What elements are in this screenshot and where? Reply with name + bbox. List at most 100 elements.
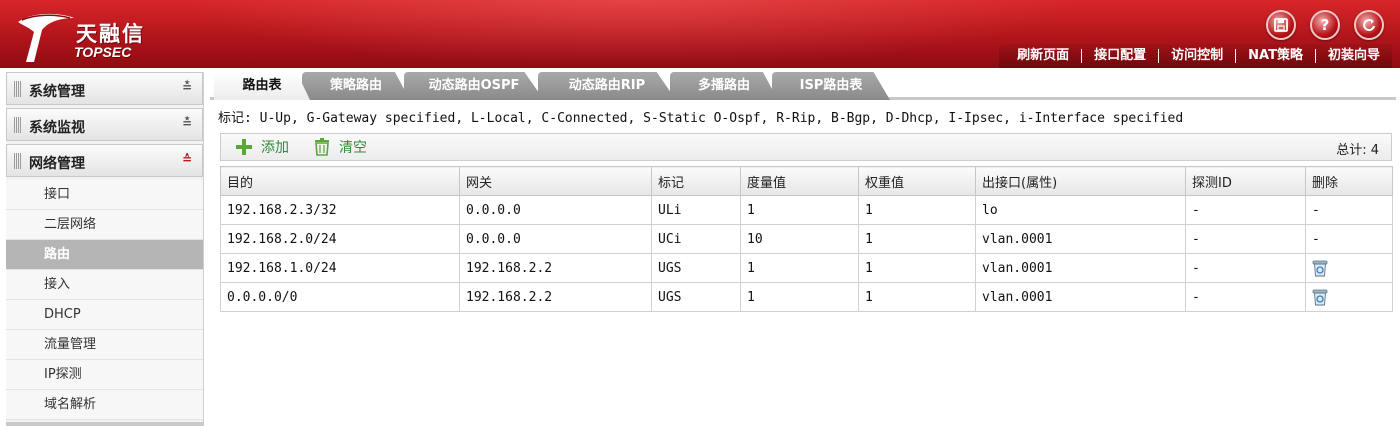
column-header-probe-id[interactable]: 探测ID xyxy=(1185,166,1306,196)
column-header-gateway[interactable]: 网关 xyxy=(459,166,652,196)
sidebar-item-traffic-management[interactable]: 流量管理 xyxy=(6,330,203,360)
nav-nat-policy[interactable]: NAT策略 xyxy=(1236,44,1315,68)
column-header-destination[interactable]: 目的 xyxy=(220,166,460,196)
cell-flags: UCi xyxy=(651,224,741,254)
plus-icon xyxy=(235,138,253,156)
sidebar-bottom-bar xyxy=(6,422,204,426)
cell-gateway: 0.0.0.0 xyxy=(459,224,652,254)
sidebar: 系统管理 ≛ 系统监视 ≛ 网络管理 ≙ 接口 二层网络 路由 接入 DHCP … xyxy=(6,72,204,426)
delete-icon[interactable] xyxy=(1312,288,1328,306)
cell-probe-id: - xyxy=(1185,195,1306,225)
save-icon[interactable] xyxy=(1266,10,1296,40)
tab-bar: 路由表 策略路由 动态路由OSPF 动态路由RIP 多播路由 ISP路由表 xyxy=(210,72,1396,100)
table-row: 192.168.2.0/24 0.0.0.0 UCi 10 1 vlan.000… xyxy=(220,224,1393,254)
cell-destination: 192.168.2.0/24 xyxy=(220,224,460,254)
tab-isp-route-table[interactable]: ISP路由表 xyxy=(772,72,890,100)
cell-delete xyxy=(1305,282,1393,312)
sidebar-item-dhcp[interactable]: DHCP xyxy=(6,300,203,330)
cell-flags: ULi xyxy=(651,195,741,225)
sidebar-item-dns[interactable]: 域名解析 xyxy=(6,390,203,420)
tab-policy-routing[interactable]: 策略路由 xyxy=(302,72,410,100)
clear-button-label: 清空 xyxy=(339,140,367,156)
logo-swoosh-icon xyxy=(18,13,74,62)
cell-metric: 1 xyxy=(740,282,859,312)
trash-icon xyxy=(313,138,331,156)
nav-refresh-page[interactable]: 刷新页面 xyxy=(1005,44,1081,68)
add-button-label: 添加 xyxy=(261,140,289,156)
cell-metric: 1 xyxy=(740,195,859,225)
logout-icon[interactable] xyxy=(1354,10,1384,40)
cell-metric: 1 xyxy=(740,253,859,283)
column-header-delete: 删除 xyxy=(1305,166,1393,196)
cell-delete xyxy=(1305,253,1393,283)
sidebar-item-routing[interactable]: 路由 xyxy=(6,240,203,270)
chevron-up-icon: ≙ xyxy=(181,152,192,166)
route-flag-legend: 标记: U-Up, G-Gateway specified, L-Local, … xyxy=(218,111,1184,126)
cell-out-interface: lo xyxy=(975,195,1186,225)
column-header-flags[interactable]: 标记 xyxy=(651,166,741,196)
sidebar-section-system-monitor[interactable]: 系统监视 ≛ xyxy=(6,108,203,141)
cell-out-interface: vlan.0001 xyxy=(975,282,1186,312)
logo-english-name: TOPSEC xyxy=(74,44,132,60)
grip-icon xyxy=(14,81,22,97)
header-shine xyxy=(180,0,1080,68)
tab-route-table[interactable]: 路由表 xyxy=(214,72,310,100)
grip-icon xyxy=(14,117,22,133)
cell-flags: UGS xyxy=(651,282,741,312)
sidebar-section-label: 网络管理 xyxy=(29,156,85,172)
cell-destination: 192.168.2.3/32 xyxy=(220,195,460,225)
delete-icon[interactable] xyxy=(1312,259,1328,277)
route-table: 目的 网关 标记 度量值 权重值 出接口(属性) 探测ID 删除 192.168… xyxy=(220,166,1393,312)
cell-flags: UGS xyxy=(651,253,741,283)
tab-dynamic-rip[interactable]: 动态路由RIP xyxy=(538,72,676,100)
column-header-out-interface[interactable]: 出接口(属性) xyxy=(975,166,1186,196)
sidebar-section-system-management[interactable]: 系统管理 ≛ xyxy=(6,72,203,105)
column-header-weight[interactable]: 权重值 xyxy=(858,166,976,196)
tab-dynamic-ospf[interactable]: 动态路由OSPF xyxy=(404,72,544,100)
table-row: 192.168.2.3/32 0.0.0.0 ULi 1 1 lo - - xyxy=(220,195,1393,225)
cell-weight: 1 xyxy=(858,224,976,254)
nav-setup-wizard[interactable]: 初装向导 xyxy=(1316,44,1392,68)
header-icon-group: ? xyxy=(1266,10,1384,40)
cell-out-interface: vlan.0001 xyxy=(975,253,1186,283)
header-nav: 刷新页面 接口配置 访问控制 NAT策略 初装向导 xyxy=(999,44,1392,68)
total-count: 总计: 4 xyxy=(1336,143,1379,158)
sidebar-section-label: 系统监视 xyxy=(29,120,85,136)
table-row: 192.168.1.0/24 192.168.2.2 UGS 1 1 vlan.… xyxy=(220,253,1393,283)
sidebar-item-layer2-network[interactable]: 二层网络 xyxy=(6,210,203,240)
chevron-down-icon: ≛ xyxy=(181,80,192,94)
sidebar-item-access[interactable]: 接入 xyxy=(6,270,203,300)
cell-delete: - xyxy=(1305,224,1393,254)
cell-probe-id: - xyxy=(1185,282,1306,312)
chevron-down-icon: ≛ xyxy=(181,116,192,130)
tab-multicast-routing[interactable]: 多播路由 xyxy=(670,72,778,100)
clear-button[interactable]: 清空 xyxy=(313,137,367,157)
cell-weight: 1 xyxy=(858,253,976,283)
route-toolbar: 添加 清空 总计: 4 xyxy=(220,133,1392,161)
main-content: 路由表 策略路由 动态路由OSPF 动态路由RIP 多播路由 ISP路由表 标记… xyxy=(210,72,1396,426)
table-header-row: 目的 网关 标记 度量值 权重值 出接口(属性) 探测ID 删除 xyxy=(220,166,1393,196)
nav-access-control[interactable]: 访问控制 xyxy=(1159,44,1235,68)
cell-weight: 1 xyxy=(858,195,976,225)
cell-metric: 10 xyxy=(740,224,859,254)
cell-probe-id: - xyxy=(1185,253,1306,283)
cell-gateway: 192.168.2.2 xyxy=(459,253,652,283)
sidebar-item-ip-probe[interactable]: IP探测 xyxy=(6,360,203,390)
help-icon[interactable]: ? xyxy=(1310,10,1340,40)
sidebar-section-network-management[interactable]: 网络管理 ≙ xyxy=(6,144,203,177)
column-header-metric[interactable]: 度量值 xyxy=(740,166,859,196)
cell-gateway: 192.168.2.2 xyxy=(459,282,652,312)
table-row: 0.0.0.0/0 192.168.2.2 UGS 1 1 vlan.0001 … xyxy=(220,282,1393,312)
app-header: 天融信 TOPSEC ? 刷新页面 接口配置 访问控制 NAT策略 初装向导 xyxy=(0,0,1400,68)
nav-interface-config[interactable]: 接口配置 xyxy=(1082,44,1158,68)
grip-icon xyxy=(14,153,22,169)
topsec-logo: 天融信 TOPSEC xyxy=(12,8,188,64)
cell-probe-id: - xyxy=(1185,224,1306,254)
cell-out-interface: vlan.0001 xyxy=(975,224,1186,254)
sidebar-section-label: 系统管理 xyxy=(29,84,85,100)
sidebar-item-interface[interactable]: 接口 xyxy=(6,180,203,210)
cell-destination: 0.0.0.0/0 xyxy=(220,282,460,312)
cell-delete: - xyxy=(1305,195,1393,225)
add-button[interactable]: 添加 xyxy=(235,137,289,157)
cell-gateway: 0.0.0.0 xyxy=(459,195,652,225)
